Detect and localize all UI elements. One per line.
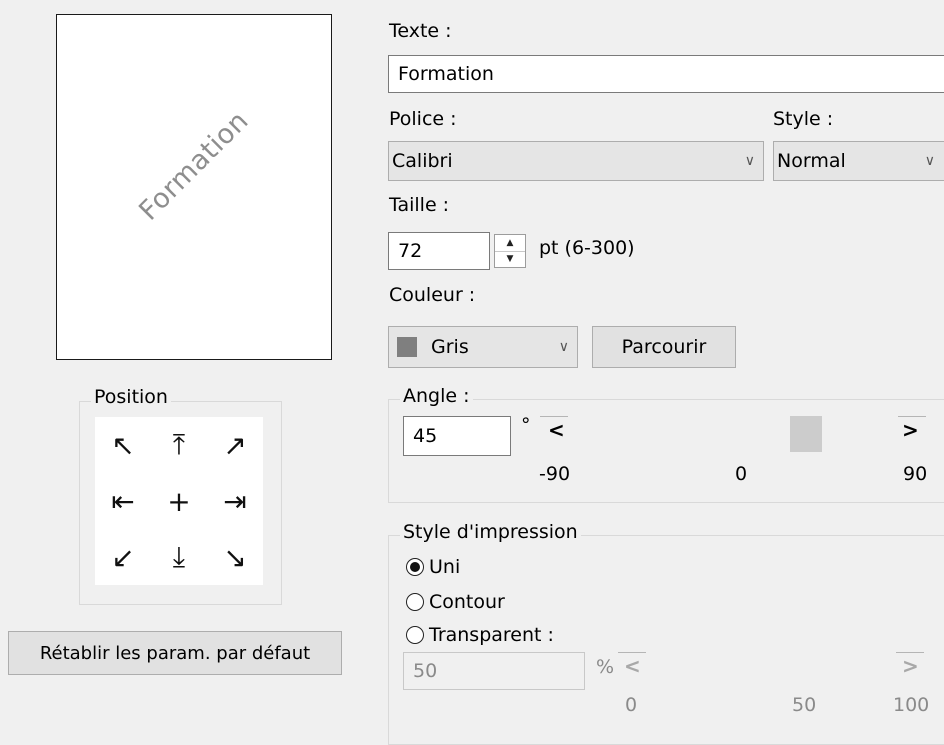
style-label: Style :	[773, 108, 834, 130]
angle-tick-min: -90	[539, 463, 571, 485]
radio-button[interactable]	[406, 558, 424, 576]
print-style-legend: Style d'impression	[400, 521, 581, 543]
slider-tick	[540, 416, 568, 417]
size-label: Taille :	[389, 194, 450, 216]
radio-contour[interactable]: Contour	[406, 591, 505, 613]
transparency-input[interactable]: 50	[403, 652, 585, 690]
angle-increase-arrow[interactable]: >	[902, 418, 919, 442]
transparency-tick-min: 0	[625, 694, 638, 716]
transparency-slider[interactable]: < >	[618, 648, 944, 688]
style-select[interactable]: Normal ∨	[773, 141, 944, 181]
angle-input[interactable]: 45	[403, 416, 511, 456]
color-swatch	[397, 337, 417, 357]
position-bottom-right-button[interactable]: ↘	[207, 529, 263, 585]
angle-decrease-arrow[interactable]: <	[548, 418, 565, 442]
radio-uni-label: Uni	[429, 556, 461, 578]
radio-button[interactable]	[406, 626, 424, 644]
angle-tick-max: 90	[903, 463, 928, 485]
transparency-tick-mid: 50	[792, 694, 817, 716]
triangle-up-icon[interactable]: ▲	[495, 235, 525, 252]
position-middle-left-button[interactable]: ⇤	[95, 473, 151, 529]
transparency-decrease-arrow[interactable]: <	[624, 654, 641, 678]
chevron-down-icon: ∨	[558, 339, 569, 355]
font-label: Police :	[389, 108, 457, 130]
transparency-tick-max: 100	[893, 694, 930, 716]
size-input[interactable]: 72	[388, 232, 490, 270]
position-top-right-button[interactable]: ↗	[207, 417, 263, 473]
angle-slider-thumb[interactable]	[790, 416, 822, 452]
font-select[interactable]: Calibri ∨	[388, 141, 764, 181]
browse-color-button[interactable]: Parcourir	[592, 326, 736, 368]
percent-symbol: %	[596, 656, 615, 678]
size-unit-label: pt (6-300)	[539, 237, 635, 259]
font-select-value: Calibri	[392, 150, 453, 172]
triangle-down-icon[interactable]: ▼	[495, 251, 525, 267]
slider-tick	[896, 652, 924, 653]
reset-defaults-button[interactable]: Rétablir les param. par défaut	[8, 631, 342, 675]
watermark-preview-text: Formation	[133, 105, 255, 228]
radio-uni[interactable]: Uni	[406, 556, 460, 578]
position-grid: ↖ ⤒ ↗ ⇤ + ⇥ ↙ ⤓ ↘	[95, 417, 263, 585]
text-label: Texte :	[389, 20, 452, 42]
angle-slider[interactable]: < >	[540, 410, 944, 458]
color-select-value: Gris	[431, 336, 469, 358]
text-input[interactable]: Formation	[388, 55, 944, 93]
degree-symbol: °	[521, 414, 531, 436]
position-top-left-button[interactable]: ↖	[95, 417, 151, 473]
position-bottom-left-button[interactable]: ↙	[95, 529, 151, 585]
color-select[interactable]: Gris ∨	[388, 326, 578, 368]
size-spinner[interactable]: ▲ ▼	[494, 234, 526, 268]
position-top-center-button[interactable]: ⤒	[151, 417, 207, 473]
position-middle-right-button[interactable]: ⇥	[207, 473, 263, 529]
radio-transparent[interactable]: Transparent :	[406, 624, 554, 646]
radio-contour-label: Contour	[429, 591, 505, 613]
angle-tick-mid: 0	[735, 463, 748, 485]
radio-transparent-label: Transparent :	[429, 624, 554, 646]
position-center-button[interactable]: +	[151, 473, 207, 529]
angle-legend: Angle :	[400, 385, 473, 407]
chevron-down-icon: ∨	[744, 153, 755, 169]
slider-tick	[618, 652, 646, 653]
watermark-preview: Formation	[56, 14, 332, 360]
chevron-down-icon: ∨	[924, 153, 935, 169]
position-legend: Position	[91, 386, 171, 408]
transparency-increase-arrow[interactable]: >	[902, 654, 919, 678]
slider-tick	[898, 416, 926, 417]
position-bottom-center-button[interactable]: ⤓	[151, 529, 207, 585]
color-label: Couleur :	[389, 284, 476, 306]
style-select-value: Normal	[777, 150, 846, 172]
radio-button[interactable]	[406, 593, 424, 611]
